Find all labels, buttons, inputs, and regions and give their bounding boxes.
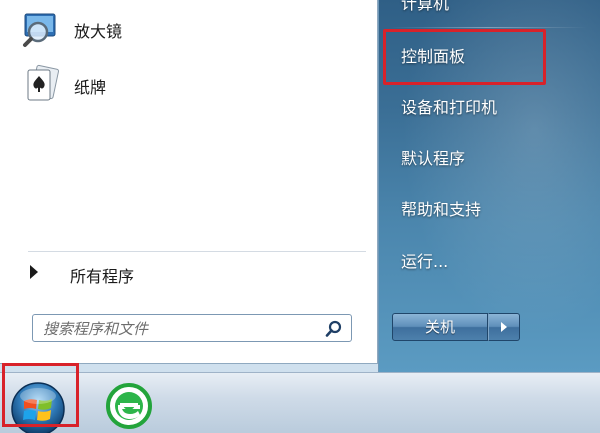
green-e-browser-icon[interactable] [106,383,152,429]
right-item-help-support[interactable]: 帮助和支持 [401,200,481,220]
program-item-solitaire[interactable]: 纸牌 [18,60,348,108]
taskbar [0,372,600,433]
all-programs-button[interactable]: 所有程序 [24,258,364,288]
magnifier-icon [23,13,56,47]
shutdown-button[interactable]: 关机 [392,313,488,341]
right-item-computer[interactable]: 计算机 [401,0,449,14]
start-button-highlight-box [2,363,79,427]
left-separator [28,251,366,252]
all-programs-label: 所有程序 [70,267,135,286]
program-label-solitaire: 纸牌 [74,78,107,97]
solitaire-card-icon [27,64,60,101]
program-label-magnifier: 放大镜 [74,22,123,41]
screenshot: 计算机 控制面板 设备和打印机 默认程序 帮助和支持 运行... 放大镜 纸牌 … [0,0,600,433]
right-item-run[interactable]: 运行... [401,252,448,272]
shutdown-options-button[interactable] [488,313,520,341]
control-panel-highlight-box [383,29,546,85]
search-input[interactable] [41,318,325,340]
right-item-devices-printers[interactable]: 设备和打印机 [401,98,497,118]
all-programs-arrow-icon [30,265,38,279]
start-menu-left-pane: 放大镜 纸牌 所有程序 [0,0,378,364]
search-box[interactable] [32,314,352,342]
program-item-magnifier[interactable]: 放大镜 [18,4,348,52]
right-item-default-programs[interactable]: 默认程序 [401,149,465,169]
search-icon[interactable] [325,320,343,338]
chevron-right-icon [501,322,507,332]
right-separator [389,27,587,28]
